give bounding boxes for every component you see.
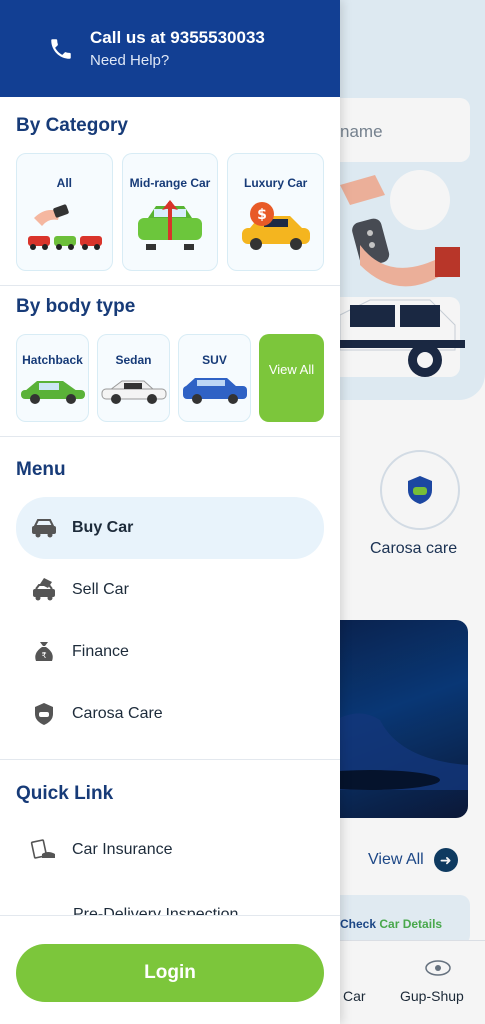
header-text: Call us at 9355530033 Need Help? bbox=[90, 28, 265, 69]
menu-item-label: Car Insurance bbox=[72, 841, 173, 858]
body-type-label: Hatchback bbox=[22, 353, 83, 367]
menu-item-sell-car[interactable]: Sell Car bbox=[0, 559, 340, 621]
category-label: Luxury Car bbox=[244, 176, 308, 190]
category-label: Mid-range Car bbox=[129, 176, 211, 190]
body-type-view-all-button[interactable]: View All bbox=[259, 334, 324, 422]
category-luxury[interactable]: Luxury Car $ bbox=[227, 153, 325, 271]
need-help-text: Need Help? bbox=[90, 52, 170, 69]
body-type-label: Sedan bbox=[115, 353, 152, 367]
sedan-icon bbox=[101, 380, 166, 404]
menu-item-label: Buy Car bbox=[72, 519, 134, 536]
category-mid-range[interactable]: Mid-range Car bbox=[121, 153, 219, 271]
body-type-hatchback[interactable]: Hatchback bbox=[16, 334, 89, 422]
drawer-header[interactable]: Call us at 9355530033 Need Help? bbox=[0, 0, 340, 97]
luxury-car-icon: $ bbox=[241, 202, 310, 250]
category-all[interactable]: All bbox=[16, 153, 113, 271]
login-button[interactable]: Login bbox=[16, 944, 324, 1002]
svg-text:$: $ bbox=[257, 207, 267, 223]
menu-item-buy-car[interactable]: Buy Car bbox=[16, 497, 324, 559]
menu-item-label: Carosa Care bbox=[72, 705, 163, 722]
navigation-drawer: Call us at 9355530033 Need Help? By Cate… bbox=[0, 0, 340, 1024]
call-us-text: Call us at 9355530033 bbox=[90, 28, 265, 47]
menu-item-carosa-care[interactable]: Carosa Care bbox=[0, 683, 340, 745]
login-footer: Login bbox=[0, 915, 340, 1024]
menu-item-label: Finance bbox=[72, 643, 129, 660]
svg-text:₹: ₹ bbox=[41, 651, 46, 660]
menu-title: Menu bbox=[16, 459, 66, 480]
by-category-title: By Category bbox=[16, 115, 128, 136]
all-cars-icon bbox=[28, 204, 103, 250]
hatchback-icon bbox=[20, 381, 85, 404]
quick-link-car-insurance[interactable]: Car Insurance bbox=[0, 819, 340, 881]
finance-bag-icon: ₹ bbox=[35, 642, 53, 661]
menu-item-finance[interactable]: ₹ Finance bbox=[0, 621, 340, 683]
quick-link-title: Quick Link bbox=[16, 783, 114, 804]
category-row: All Mid-range Car Luxury Car $ bbox=[0, 153, 340, 271]
care-icon bbox=[35, 703, 53, 725]
body-type-label: SUV bbox=[202, 353, 227, 367]
suv-icon bbox=[182, 378, 247, 404]
body-type-sedan[interactable]: Sedan bbox=[97, 334, 170, 422]
car-icon bbox=[32, 519, 56, 538]
by-body-type-title: By body type bbox=[16, 296, 136, 317]
sell-car-icon bbox=[33, 578, 55, 601]
insurance-icon bbox=[30, 839, 55, 859]
phone-icon bbox=[51, 38, 71, 59]
body-type-suv[interactable]: SUV bbox=[178, 334, 251, 422]
menu-item-label: Sell Car bbox=[72, 581, 129, 598]
category-label: All bbox=[56, 176, 72, 190]
body-type-row: Hatchback Sedan SUV View All bbox=[0, 334, 340, 422]
gift-car-icon bbox=[138, 200, 202, 250]
